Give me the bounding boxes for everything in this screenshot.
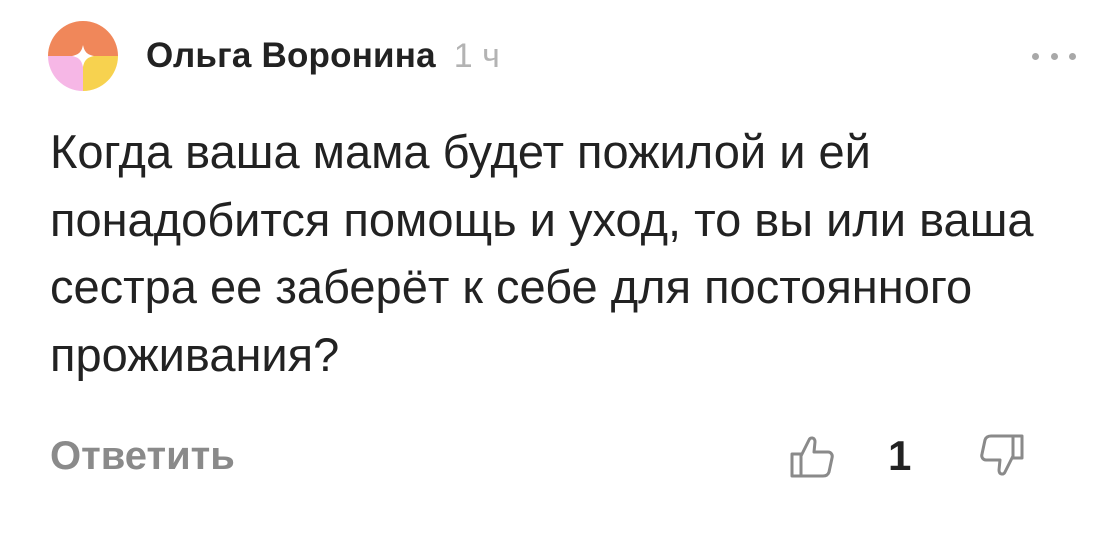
comment-card: Ольга Воронина 1 ч Когда ваша мама будет… xyxy=(0,0,1100,536)
comment-header: Ольга Воронина 1 ч xyxy=(48,20,1048,92)
more-dots-icon xyxy=(1050,52,1058,60)
comment-footer: Ответить 1 xyxy=(50,426,1030,486)
avatar[interactable] xyxy=(48,21,118,91)
more-button[interactable] xyxy=(1032,46,1076,66)
comment-text: Когда ваша мама будет пожилой и ей понад… xyxy=(50,125,1034,381)
comment-time: 1 ч xyxy=(453,36,500,75)
more-dots-icon xyxy=(1069,52,1076,60)
like-count: 1 xyxy=(888,432,912,479)
more-dots-icon xyxy=(1032,52,1039,60)
reply-button[interactable]: Ответить xyxy=(50,426,235,486)
like-button[interactable] xyxy=(788,432,836,480)
avatar-sparkle-icon xyxy=(48,21,118,91)
thumbs-down-icon xyxy=(980,434,1024,476)
dislike-button[interactable] xyxy=(978,432,1026,480)
author-name[interactable]: Ольга Воронина xyxy=(146,36,436,76)
thumbs-up-icon xyxy=(790,436,834,478)
